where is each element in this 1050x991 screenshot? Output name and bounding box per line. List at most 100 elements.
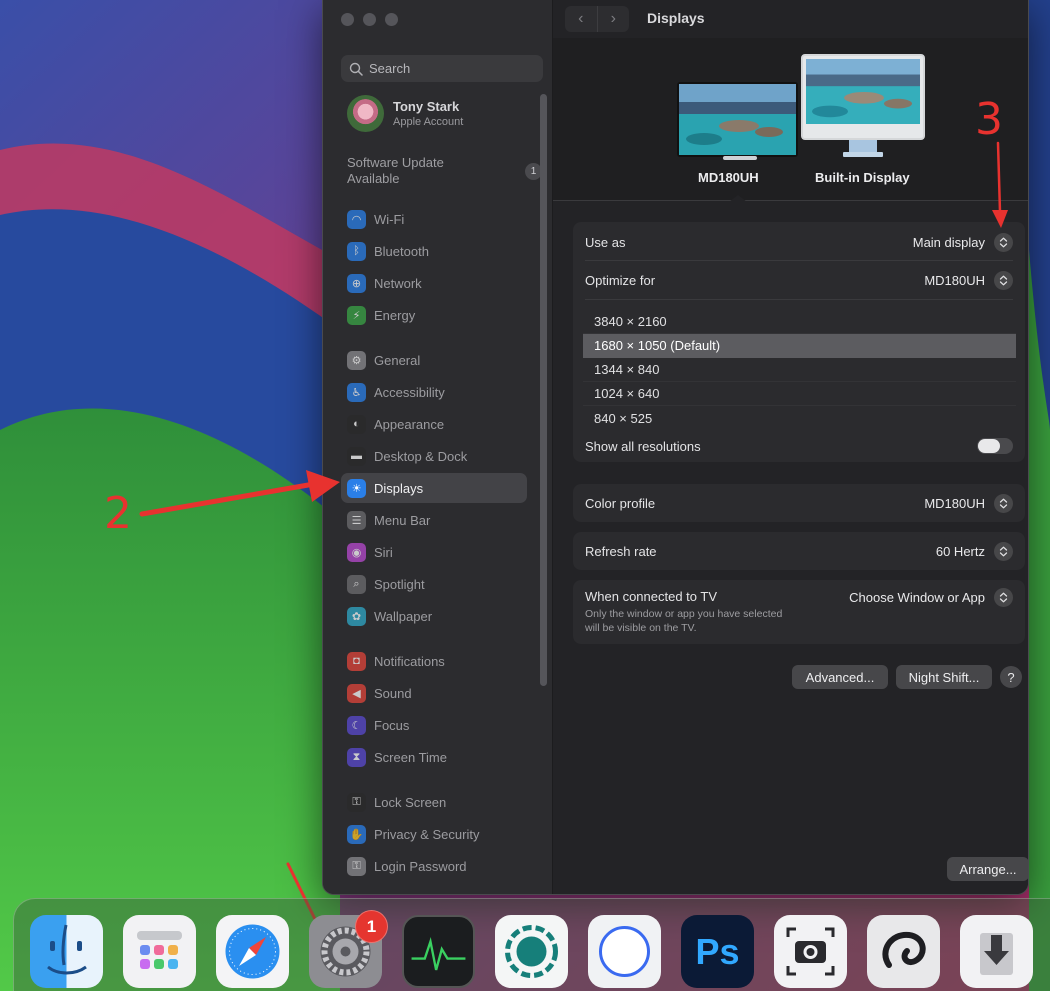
launchpad-icon[interactable] bbox=[123, 915, 196, 988]
sidebar-item-appearance[interactable]: ◐ Appearance bbox=[341, 409, 527, 439]
use-as-popup[interactable]: Main display bbox=[913, 232, 1013, 252]
sidebar-item-privacy-security[interactable]: ✋ Privacy & Security bbox=[341, 819, 527, 849]
camera-icon bbox=[786, 927, 835, 976]
page-title: Displays bbox=[647, 10, 705, 26]
use-as-label: Use as bbox=[585, 234, 626, 250]
accessibility-icon: ♿ bbox=[347, 382, 366, 402]
color-profile-value: MD180UH bbox=[924, 495, 985, 511]
software-update-available[interactable]: Software Update Available 1 bbox=[347, 155, 542, 187]
minimize-window-button[interactable] bbox=[363, 13, 376, 26]
chevron-updown-icon[interactable] bbox=[994, 588, 1013, 607]
back-button[interactable]: ‹ bbox=[565, 6, 598, 32]
search-input[interactable]: Search bbox=[341, 55, 543, 82]
optimize-for-label: Optimize for bbox=[585, 272, 656, 288]
chevron-updown-icon[interactable] bbox=[994, 493, 1013, 513]
bluetooth-icon: ᛒ bbox=[347, 241, 366, 261]
sidebar-item-login-password[interactable]: ⚿ Login Password bbox=[341, 851, 527, 881]
builtin-display-foot bbox=[843, 152, 883, 157]
sidebar-item-menu-bar[interactable]: ☰ Menu Bar bbox=[341, 505, 527, 535]
downloads-icon[interactable] bbox=[960, 915, 1033, 988]
optimize-for-popup[interactable]: MD180UH bbox=[924, 270, 1013, 290]
sidebar-item-wi-fi[interactable]: ◠ Wi-Fi bbox=[341, 204, 527, 234]
resolution-option[interactable]: 840 × 525 bbox=[583, 406, 1016, 430]
launchpad-grid bbox=[137, 931, 182, 969]
show-all-resolutions-label: Show all resolutions bbox=[585, 438, 701, 454]
refresh-rate-row: Refresh rate 60 Hertz bbox=[585, 541, 1013, 561]
circle-app-icon[interactable] bbox=[588, 915, 661, 988]
tv-help-line2: will be visible on the TV. bbox=[585, 622, 697, 634]
tv-popup[interactable]: Choose Window or App bbox=[849, 588, 1013, 607]
color-profile-popup[interactable]: MD180UH bbox=[924, 493, 1013, 513]
sidebar-item-wallpaper[interactable]: ✿ Wallpaper bbox=[341, 601, 527, 631]
sidebar-item-focus[interactable]: ☾ Focus bbox=[341, 710, 527, 740]
sidebar-item-screen-time[interactable]: ⧗ Screen Time bbox=[341, 742, 527, 772]
sidebar-item-desktop-dock[interactable]: ▬ Desktop & Dock bbox=[341, 441, 527, 471]
refresh-rate-value: 60 Hertz bbox=[935, 543, 985, 559]
resolution-option-selected[interactable]: 1680 × 1050 (Default) bbox=[583, 334, 1016, 358]
system-settings-window: Search Tony Stark Apple Account Software… bbox=[322, 0, 1029, 895]
sidebar-item-displays[interactable]: ☀ Displays bbox=[341, 473, 527, 503]
sidebar-item-siri[interactable]: ◉ Siri bbox=[341, 537, 527, 567]
software-update-line2: Available bbox=[347, 171, 400, 186]
night-shift-button[interactable]: Night Shift... bbox=[896, 665, 992, 689]
gear-icon: ⚙ bbox=[347, 350, 366, 370]
sidebar-item-spotlight[interactable]: ⌕ Spotlight bbox=[341, 569, 527, 599]
apple-account[interactable]: Tony Stark Apple Account bbox=[347, 95, 463, 132]
sidebar-item-label: Energy bbox=[374, 307, 416, 323]
clip-studio-icon[interactable] bbox=[867, 915, 940, 988]
sidebar-item-bluetooth[interactable]: ᛒ Bluetooth bbox=[341, 236, 527, 266]
refresh-rate-group: Refresh rate 60 Hertz bbox=[573, 532, 1025, 570]
refresh-rate-popup[interactable]: 60 Hertz bbox=[935, 541, 1013, 561]
tv-group: When connected to TV Only the window or … bbox=[573, 580, 1025, 644]
sidebar-scrollbar[interactable] bbox=[540, 94, 547, 686]
builtin-display-thumbnail[interactable] bbox=[801, 54, 925, 140]
sidebar-item-notifications[interactable]: ◘ Notifications bbox=[341, 646, 527, 676]
screenshot-icon[interactable] bbox=[774, 915, 847, 988]
spotlight-icon: ⌕ bbox=[347, 574, 366, 594]
sidebar-item-accessibility[interactable]: ♿ Accessibility bbox=[341, 377, 527, 407]
privacy-hand-icon: ✋ bbox=[347, 824, 366, 844]
sidebar-item-network[interactable]: ⊕ Network bbox=[341, 268, 527, 298]
sidebar-item-label: Lock Screen bbox=[374, 794, 447, 810]
software-update-line1: Software Update bbox=[347, 155, 444, 170]
help-button[interactable]: ? bbox=[1000, 666, 1022, 688]
sidebar-item-sound[interactable]: ◀ Sound bbox=[341, 678, 527, 708]
forward-button[interactable]: › bbox=[598, 6, 630, 32]
avatar bbox=[347, 95, 384, 132]
settings-notification-badge: 1 bbox=[355, 910, 388, 943]
screen-recorder-icon[interactable] bbox=[495, 915, 568, 988]
sidebar-item-label: Menu Bar bbox=[374, 512, 431, 528]
external-display-stand bbox=[723, 156, 757, 160]
chevron-updown-icon[interactable] bbox=[994, 270, 1013, 290]
sidebar-item-general[interactable]: ⚙ General bbox=[341, 345, 527, 375]
activity-monitor-icon[interactable] bbox=[402, 915, 475, 988]
sidebar-item-lock-screen[interactable]: ⚿ Lock Screen bbox=[341, 787, 527, 817]
close-window-button[interactable] bbox=[341, 13, 354, 26]
sidebar-item-label: General bbox=[374, 352, 421, 368]
wallpaper-icon: ✿ bbox=[347, 606, 366, 626]
notifications-icon: ◘ bbox=[347, 651, 366, 671]
sidebar-item-label: Wi-Fi bbox=[374, 211, 405, 227]
circle-ring bbox=[599, 926, 650, 977]
sidebar-item-label: Network bbox=[374, 275, 422, 291]
finder-icon[interactable] bbox=[30, 915, 103, 988]
sidebar-item-energy[interactable]: ⚡ Energy bbox=[341, 300, 527, 330]
external-display-thumbnail[interactable] bbox=[677, 82, 798, 157]
refresh-rate-label: Refresh rate bbox=[585, 543, 657, 559]
photoshop-icon[interactable]: Ps bbox=[681, 915, 754, 988]
lock-icon: ⚿ bbox=[347, 792, 366, 812]
show-all-resolutions-toggle[interactable] bbox=[977, 438, 1013, 454]
zoom-window-button[interactable] bbox=[385, 13, 398, 26]
resolution-option[interactable]: 1344 × 840 bbox=[583, 358, 1016, 382]
divider bbox=[585, 260, 1013, 261]
color-profile-group: Color profile MD180UH bbox=[573, 484, 1025, 522]
advanced-button[interactable]: Advanced... bbox=[792, 665, 888, 689]
chevron-updown-icon[interactable] bbox=[994, 541, 1013, 561]
sidebar-item-label: Focus bbox=[374, 717, 410, 733]
resolution-option[interactable]: 1024 × 640 bbox=[583, 382, 1016, 406]
arrange-button[interactable]: Arrange... bbox=[947, 857, 1028, 881]
resolution-option[interactable]: 3840 × 2160 bbox=[583, 310, 1016, 334]
safari-icon[interactable] bbox=[216, 915, 289, 988]
sidebar-item-label: Siri bbox=[374, 544, 393, 560]
chevron-updown-icon[interactable] bbox=[994, 232, 1013, 252]
